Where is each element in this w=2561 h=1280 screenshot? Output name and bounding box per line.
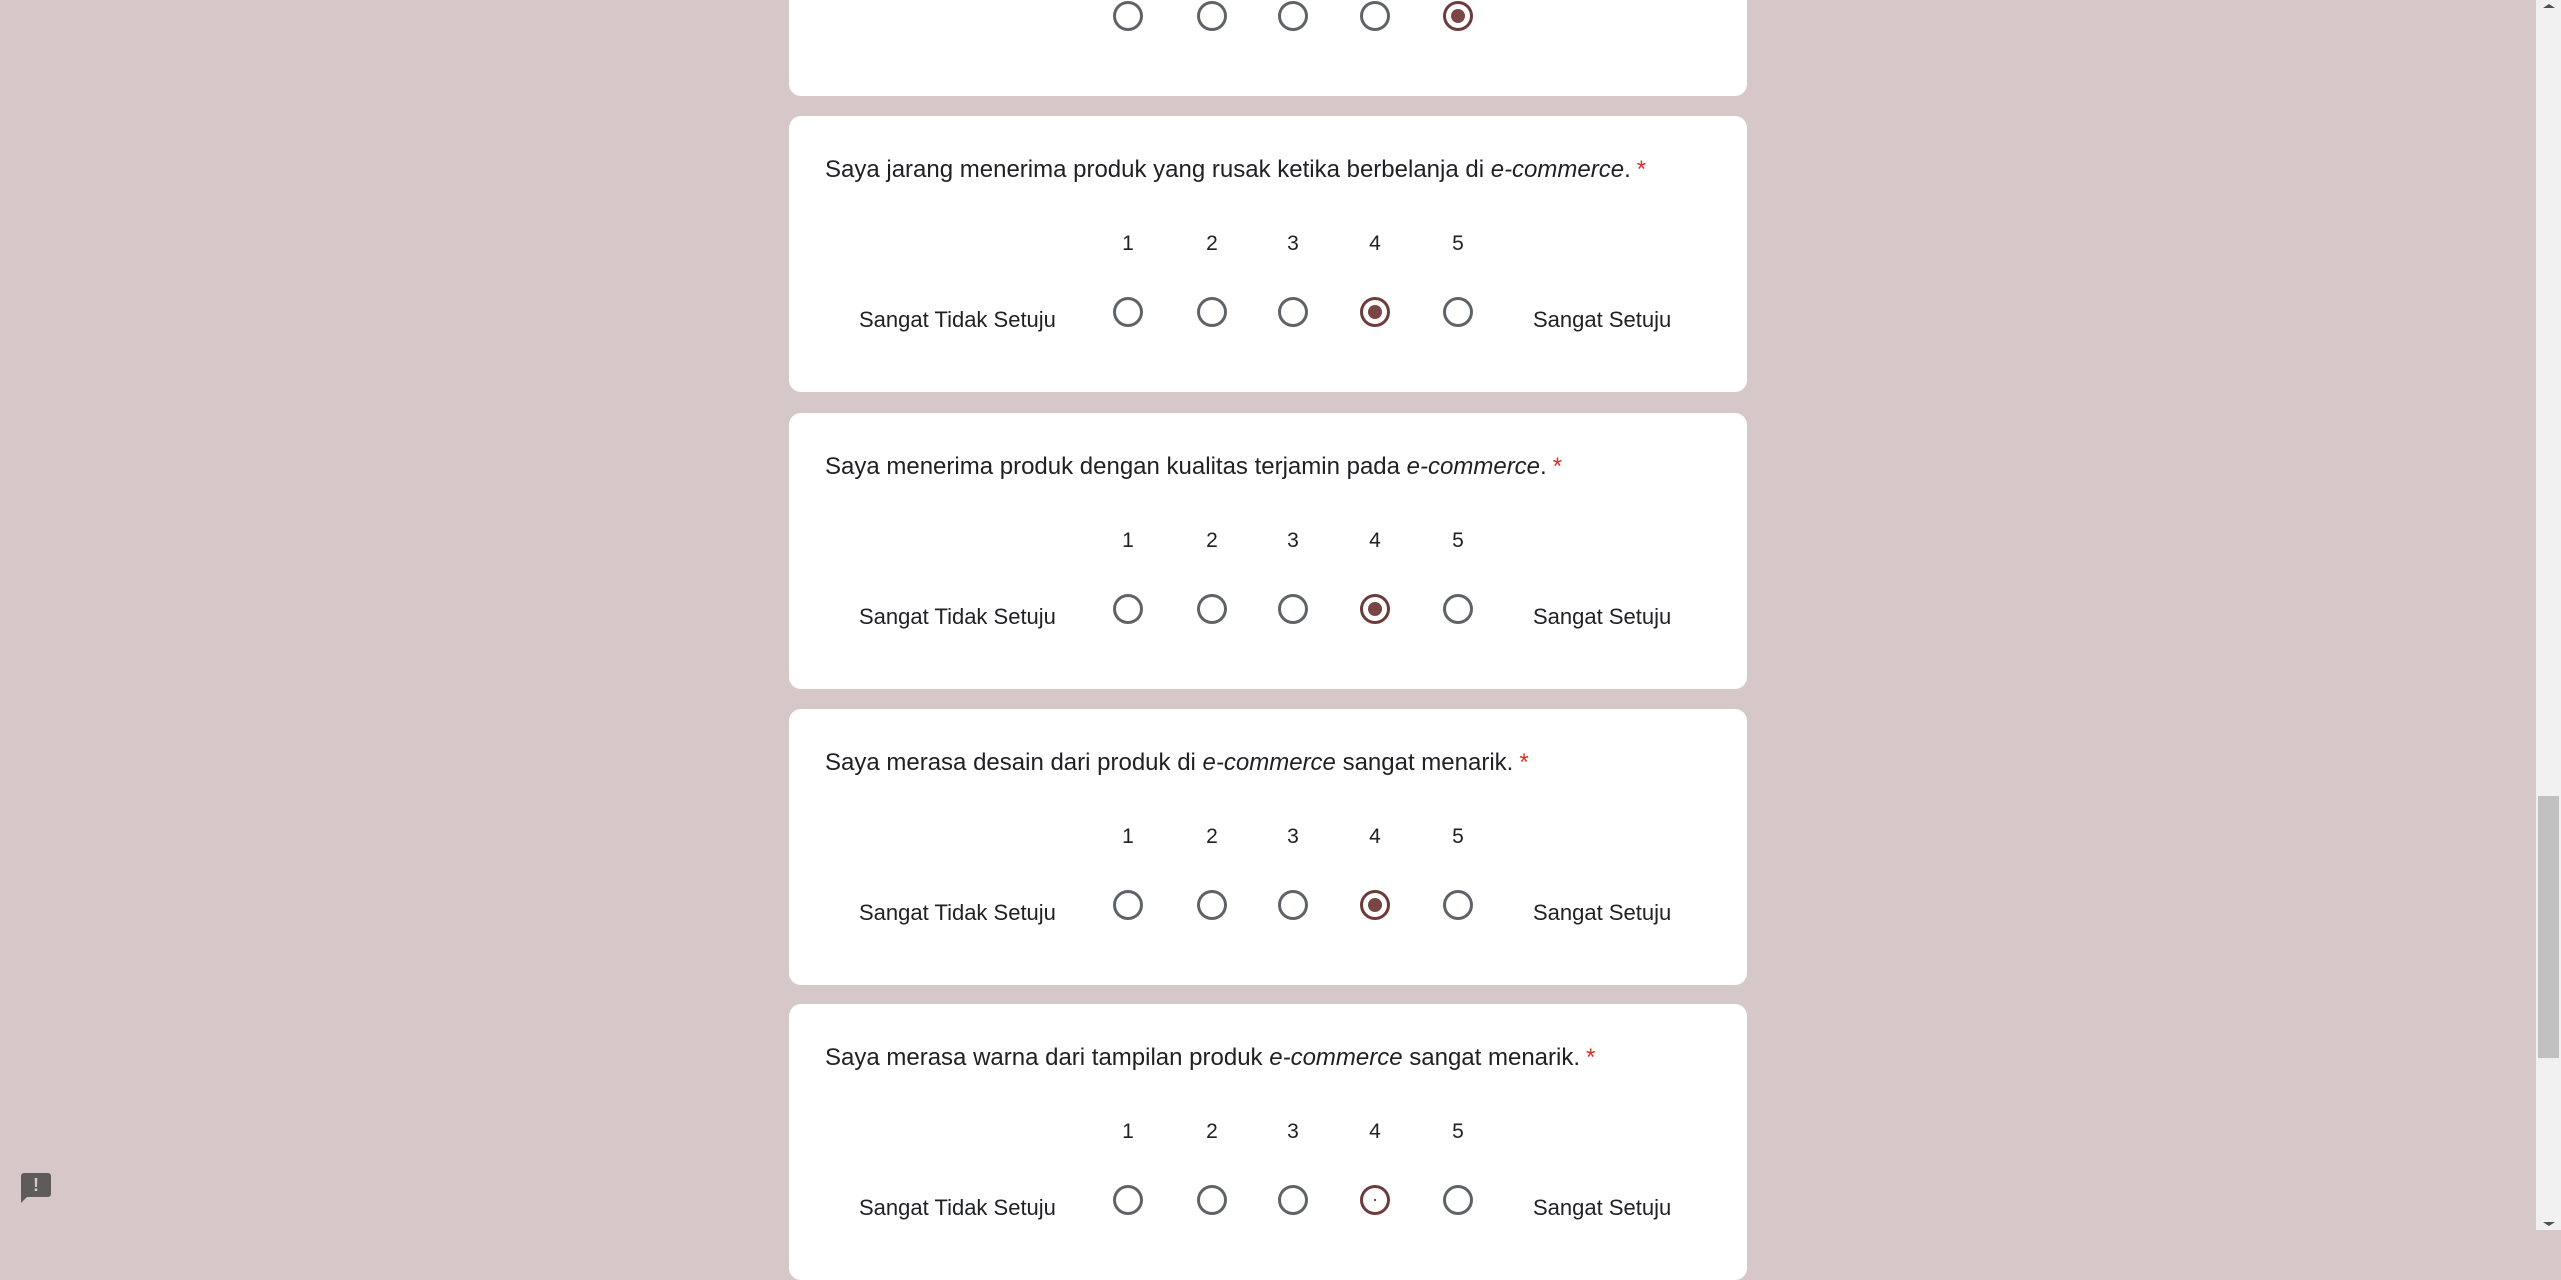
question-card: Saya merasa desain dari produk di e-comm… [789, 709, 1747, 985]
question-text-italic: e-commerce [1406, 453, 1541, 480]
scale-radio-4[interactable] [1360, 1185, 1390, 1215]
question-text-italic: e-commerce [1269, 1044, 1403, 1071]
question-title: Saya menerima produk dengan kualitas ter… [825, 451, 1562, 483]
required-asterisk: * [1586, 1044, 1596, 1071]
scale-radio-1[interactable] [1113, 890, 1143, 920]
question-card: Saya jarang menerima produk yang rusak k… [789, 116, 1747, 392]
scale-number: 5 [1452, 1120, 1464, 1143]
question-text-italic: e-commerce [1202, 749, 1336, 776]
question-text-end: sangat menarik. [1402, 1044, 1581, 1071]
scale-radio-2[interactable] [1197, 890, 1227, 920]
scale-low-label: Sangat Tidak Setuju [859, 307, 1056, 332]
scroll-down-icon[interactable] [2543, 1222, 2555, 1226]
scale-number: 1 [1122, 529, 1134, 552]
scale-low-label: Sangat Tidak Setuju [859, 1195, 1056, 1220]
scale-number: 1 [1122, 232, 1134, 255]
scrollbar[interactable] [2536, 0, 2561, 1230]
question-title: Saya merasa warna dari tampilan produk e… [825, 1042, 1595, 1074]
scale-radio-3[interactable] [1278, 1185, 1308, 1215]
scale-high-label: Sangat Setuju [1533, 307, 1672, 332]
scale-number: 5 [1452, 825, 1464, 848]
scale-radio-3[interactable] [1278, 890, 1308, 920]
scale-number: 5 [1452, 529, 1464, 552]
scale-radio-4[interactable] [1360, 1, 1390, 31]
scale-radio-3[interactable] [1278, 1, 1308, 31]
question-text: Saya jarang menerima produk yang rusak k… [825, 156, 1491, 183]
scale-number: 3 [1287, 1120, 1299, 1143]
question-text: Saya merasa warna dari tampilan produk [825, 1044, 1270, 1071]
required-asterisk: * [1552, 453, 1563, 480]
scale-radio-4[interactable] [1360, 297, 1390, 327]
scale-number: 3 [1287, 529, 1299, 552]
scale-number: 5 [1452, 232, 1464, 255]
question-title: Saya merasa desain dari produk di e-comm… [825, 747, 1529, 779]
scale-radio-2[interactable] [1197, 1185, 1227, 1215]
scale-high-label: Sangat Setuju [1533, 604, 1672, 629]
required-asterisk: * [1636, 156, 1647, 183]
scale-number: 3 [1287, 825, 1299, 848]
question-text-end: . [1624, 156, 1631, 183]
scale-radio-3[interactable] [1278, 297, 1308, 327]
question-title: Saya jarang menerima produk yang rusak k… [825, 154, 1646, 186]
question-text: Saya merasa desain dari produk di [825, 749, 1203, 776]
report-feedback-button[interactable]: ! [21, 1173, 51, 1203]
scroll-up-icon[interactable] [2543, 4, 2555, 8]
scale-number: 1 [1122, 825, 1134, 848]
scale-number: 3 [1287, 232, 1299, 255]
scale-low-label: Sangat Tidak Setuju [859, 900, 1056, 925]
scale-number: 4 [1369, 1120, 1381, 1143]
scale-number: 2 [1206, 1120, 1218, 1143]
question-text-end: sangat menarik. [1335, 749, 1514, 776]
scale-radio-2[interactable] [1197, 297, 1227, 327]
scale-high-label: Sangat Setuju [1533, 900, 1672, 925]
scale-radio-2[interactable] [1197, 594, 1227, 624]
scale-radio-5[interactable] [1443, 1, 1473, 31]
question-card: Saya merasa warna dari tampilan produk e… [789, 1004, 1747, 1280]
scale-radio-5[interactable] [1443, 1185, 1473, 1215]
scale-number: 2 [1206, 232, 1218, 255]
scale-radio-5[interactable] [1443, 297, 1473, 327]
scale-number: 1 [1122, 1120, 1134, 1143]
scale-number: 2 [1206, 825, 1218, 848]
scale-radio-5[interactable] [1443, 594, 1473, 624]
scale-radio-4[interactable] [1360, 890, 1390, 920]
scrollbar-thumb[interactable] [2538, 796, 2559, 1058]
scale-number: 4 [1369, 232, 1381, 255]
scale-radio-5[interactable] [1443, 890, 1473, 920]
question-text-italic: e-commerce [1490, 156, 1625, 183]
scale-radio-4[interactable] [1360, 594, 1390, 624]
scale-radio-1[interactable] [1113, 594, 1143, 624]
required-asterisk: * [1519, 749, 1529, 776]
scale-radio-1[interactable] [1113, 1185, 1143, 1215]
scale-high-label: Sangat Setuju [1533, 1195, 1672, 1220]
scale-radio-1[interactable] [1113, 297, 1143, 327]
scale-radio-1[interactable] [1113, 1, 1143, 31]
question-card: Saya menerima produk dengan kualitas ter… [789, 413, 1747, 689]
question-text: Saya menerima produk dengan kualitas ter… [825, 453, 1407, 480]
scale-radio-3[interactable] [1278, 594, 1308, 624]
scale-number: 4 [1369, 529, 1381, 552]
exclamation-icon: ! [33, 1175, 39, 1195]
question-card: Sangat Tidak SetujuSangat Setuju [789, 0, 1747, 96]
question-text-end: . [1540, 453, 1547, 480]
scale-number: 2 [1206, 529, 1218, 552]
scale-low-label: Sangat Tidak Setuju [859, 604, 1056, 629]
scale-radio-2[interactable] [1197, 1, 1227, 31]
scale-number: 4 [1369, 825, 1381, 848]
